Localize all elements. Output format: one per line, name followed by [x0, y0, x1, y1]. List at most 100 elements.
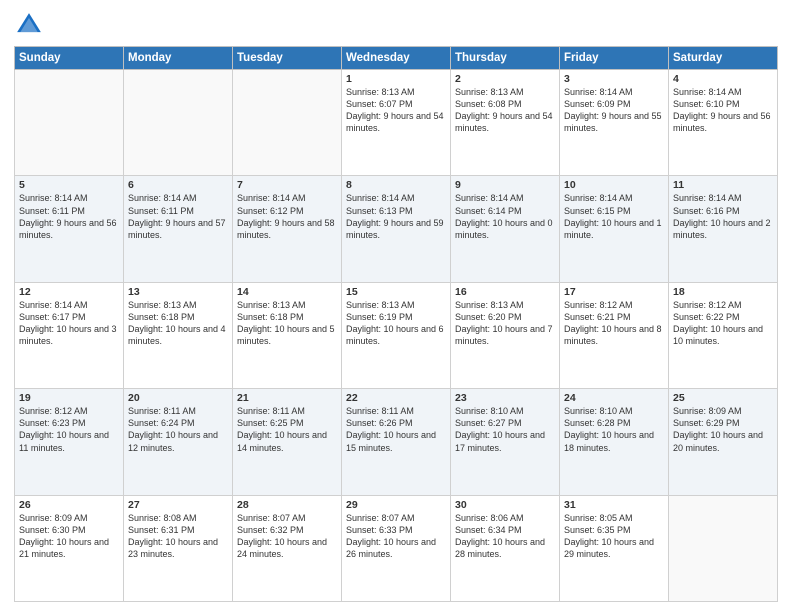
- day-cell: 8Sunrise: 8:14 AM Sunset: 6:13 PM Daylig…: [342, 176, 451, 282]
- week-row-5: 26Sunrise: 8:09 AM Sunset: 6:30 PM Dayli…: [15, 495, 778, 601]
- day-number: 28: [237, 499, 337, 511]
- day-cell: 2Sunrise: 8:13 AM Sunset: 6:08 PM Daylig…: [451, 70, 560, 176]
- week-row-1: 1Sunrise: 8:13 AM Sunset: 6:07 PM Daylig…: [15, 70, 778, 176]
- day-cell: 31Sunrise: 8:05 AM Sunset: 6:35 PM Dayli…: [560, 495, 669, 601]
- day-header-thursday: Thursday: [451, 47, 560, 70]
- day-header-tuesday: Tuesday: [233, 47, 342, 70]
- day-cell: 27Sunrise: 8:08 AM Sunset: 6:31 PM Dayli…: [124, 495, 233, 601]
- day-number: 15: [346, 286, 446, 298]
- day-number: 24: [564, 392, 664, 404]
- day-cell: 17Sunrise: 8:12 AM Sunset: 6:21 PM Dayli…: [560, 282, 669, 388]
- day-info: Sunrise: 8:13 AM Sunset: 6:08 PM Dayligh…: [455, 86, 555, 135]
- day-number: 21: [237, 392, 337, 404]
- day-cell: 23Sunrise: 8:10 AM Sunset: 6:27 PM Dayli…: [451, 389, 560, 495]
- day-header-wednesday: Wednesday: [342, 47, 451, 70]
- day-number: 2: [455, 73, 555, 85]
- day-cell: [669, 495, 778, 601]
- day-info: Sunrise: 8:12 AM Sunset: 6:23 PM Dayligh…: [19, 405, 119, 454]
- day-cell: 16Sunrise: 8:13 AM Sunset: 6:20 PM Dayli…: [451, 282, 560, 388]
- day-info: Sunrise: 8:09 AM Sunset: 6:29 PM Dayligh…: [673, 405, 773, 454]
- day-number: 26: [19, 499, 119, 511]
- day-number: 30: [455, 499, 555, 511]
- week-row-2: 5Sunrise: 8:14 AM Sunset: 6:11 PM Daylig…: [15, 176, 778, 282]
- day-number: 13: [128, 286, 228, 298]
- day-info: Sunrise: 8:08 AM Sunset: 6:31 PM Dayligh…: [128, 512, 228, 561]
- day-info: Sunrise: 8:12 AM Sunset: 6:21 PM Dayligh…: [564, 299, 664, 348]
- day-cell: [15, 70, 124, 176]
- day-number: 11: [673, 179, 773, 191]
- day-cell: 1Sunrise: 8:13 AM Sunset: 6:07 PM Daylig…: [342, 70, 451, 176]
- calendar-table: SundayMondayTuesdayWednesdayThursdayFrid…: [14, 46, 778, 602]
- day-info: Sunrise: 8:06 AM Sunset: 6:34 PM Dayligh…: [455, 512, 555, 561]
- day-number: 19: [19, 392, 119, 404]
- day-info: Sunrise: 8:13 AM Sunset: 6:20 PM Dayligh…: [455, 299, 555, 348]
- day-number: 7: [237, 179, 337, 191]
- day-info: Sunrise: 8:13 AM Sunset: 6:07 PM Dayligh…: [346, 86, 446, 135]
- day-number: 20: [128, 392, 228, 404]
- day-cell: 14Sunrise: 8:13 AM Sunset: 6:18 PM Dayli…: [233, 282, 342, 388]
- day-cell: 22Sunrise: 8:11 AM Sunset: 6:26 PM Dayli…: [342, 389, 451, 495]
- day-info: Sunrise: 8:14 AM Sunset: 6:09 PM Dayligh…: [564, 86, 664, 135]
- day-info: Sunrise: 8:14 AM Sunset: 6:11 PM Dayligh…: [19, 192, 119, 241]
- day-info: Sunrise: 8:11 AM Sunset: 6:25 PM Dayligh…: [237, 405, 337, 454]
- day-info: Sunrise: 8:07 AM Sunset: 6:33 PM Dayligh…: [346, 512, 446, 561]
- day-number: 29: [346, 499, 446, 511]
- header: [14, 10, 778, 40]
- day-cell: 3Sunrise: 8:14 AM Sunset: 6:09 PM Daylig…: [560, 70, 669, 176]
- day-info: Sunrise: 8:14 AM Sunset: 6:13 PM Dayligh…: [346, 192, 446, 241]
- day-number: 27: [128, 499, 228, 511]
- day-cell: 24Sunrise: 8:10 AM Sunset: 6:28 PM Dayli…: [560, 389, 669, 495]
- day-cell: 4Sunrise: 8:14 AM Sunset: 6:10 PM Daylig…: [669, 70, 778, 176]
- week-row-4: 19Sunrise: 8:12 AM Sunset: 6:23 PM Dayli…: [15, 389, 778, 495]
- day-header-monday: Monday: [124, 47, 233, 70]
- day-cell: 11Sunrise: 8:14 AM Sunset: 6:16 PM Dayli…: [669, 176, 778, 282]
- day-cell: 21Sunrise: 8:11 AM Sunset: 6:25 PM Dayli…: [233, 389, 342, 495]
- logo: [14, 10, 48, 40]
- days-header-row: SundayMondayTuesdayWednesdayThursdayFrid…: [15, 47, 778, 70]
- logo-icon: [14, 10, 44, 40]
- day-cell: 18Sunrise: 8:12 AM Sunset: 6:22 PM Dayli…: [669, 282, 778, 388]
- day-cell: 7Sunrise: 8:14 AM Sunset: 6:12 PM Daylig…: [233, 176, 342, 282]
- day-info: Sunrise: 8:14 AM Sunset: 6:12 PM Dayligh…: [237, 192, 337, 241]
- day-number: 16: [455, 286, 555, 298]
- day-number: 31: [564, 499, 664, 511]
- day-info: Sunrise: 8:14 AM Sunset: 6:11 PM Dayligh…: [128, 192, 228, 241]
- day-cell: 10Sunrise: 8:14 AM Sunset: 6:15 PM Dayli…: [560, 176, 669, 282]
- day-number: 4: [673, 73, 773, 85]
- day-cell: 28Sunrise: 8:07 AM Sunset: 6:32 PM Dayli…: [233, 495, 342, 601]
- day-info: Sunrise: 8:14 AM Sunset: 6:17 PM Dayligh…: [19, 299, 119, 348]
- day-info: Sunrise: 8:11 AM Sunset: 6:24 PM Dayligh…: [128, 405, 228, 454]
- page: SundayMondayTuesdayWednesdayThursdayFrid…: [0, 0, 792, 612]
- day-number: 9: [455, 179, 555, 191]
- day-info: Sunrise: 8:07 AM Sunset: 6:32 PM Dayligh…: [237, 512, 337, 561]
- day-cell: 13Sunrise: 8:13 AM Sunset: 6:18 PM Dayli…: [124, 282, 233, 388]
- day-number: 8: [346, 179, 446, 191]
- day-info: Sunrise: 8:14 AM Sunset: 6:16 PM Dayligh…: [673, 192, 773, 241]
- day-number: 12: [19, 286, 119, 298]
- day-number: 25: [673, 392, 773, 404]
- day-number: 5: [19, 179, 119, 191]
- day-info: Sunrise: 8:10 AM Sunset: 6:28 PM Dayligh…: [564, 405, 664, 454]
- day-number: 18: [673, 286, 773, 298]
- day-number: 3: [564, 73, 664, 85]
- day-number: 1: [346, 73, 446, 85]
- day-cell: 12Sunrise: 8:14 AM Sunset: 6:17 PM Dayli…: [15, 282, 124, 388]
- day-cell: 19Sunrise: 8:12 AM Sunset: 6:23 PM Dayli…: [15, 389, 124, 495]
- day-cell: 6Sunrise: 8:14 AM Sunset: 6:11 PM Daylig…: [124, 176, 233, 282]
- day-header-sunday: Sunday: [15, 47, 124, 70]
- day-info: Sunrise: 8:10 AM Sunset: 6:27 PM Dayligh…: [455, 405, 555, 454]
- day-info: Sunrise: 8:14 AM Sunset: 6:14 PM Dayligh…: [455, 192, 555, 241]
- day-info: Sunrise: 8:09 AM Sunset: 6:30 PM Dayligh…: [19, 512, 119, 561]
- day-cell: 5Sunrise: 8:14 AM Sunset: 6:11 PM Daylig…: [15, 176, 124, 282]
- day-header-saturday: Saturday: [669, 47, 778, 70]
- day-info: Sunrise: 8:13 AM Sunset: 6:18 PM Dayligh…: [128, 299, 228, 348]
- day-number: 14: [237, 286, 337, 298]
- day-cell: [124, 70, 233, 176]
- day-cell: 25Sunrise: 8:09 AM Sunset: 6:29 PM Dayli…: [669, 389, 778, 495]
- day-info: Sunrise: 8:11 AM Sunset: 6:26 PM Dayligh…: [346, 405, 446, 454]
- day-cell: 9Sunrise: 8:14 AM Sunset: 6:14 PM Daylig…: [451, 176, 560, 282]
- day-info: Sunrise: 8:13 AM Sunset: 6:19 PM Dayligh…: [346, 299, 446, 348]
- week-row-3: 12Sunrise: 8:14 AM Sunset: 6:17 PM Dayli…: [15, 282, 778, 388]
- day-info: Sunrise: 8:14 AM Sunset: 6:10 PM Dayligh…: [673, 86, 773, 135]
- day-cell: 29Sunrise: 8:07 AM Sunset: 6:33 PM Dayli…: [342, 495, 451, 601]
